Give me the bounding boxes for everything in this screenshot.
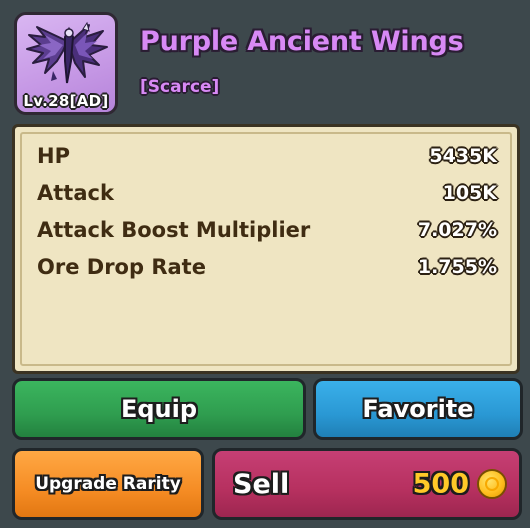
item-icon-frame: Lv.28[AD] — [14, 12, 118, 115]
stat-label: HP — [37, 144, 70, 168]
stat-label: Attack Boost Multiplier — [37, 218, 311, 242]
sell-button[interactable]: Sell 500 — [212, 448, 522, 520]
stat-value: 105K — [442, 182, 497, 204]
stat-row-attack-boost: Attack Boost Multiplier 7.027% — [37, 213, 497, 247]
item-level-tag: Lv.28[AD] — [23, 92, 109, 110]
stat-value: 7.027% — [417, 219, 497, 241]
favorite-button-label: Favorite — [362, 395, 474, 423]
equip-button-label: Equip — [120, 395, 198, 423]
sell-price: 500 — [412, 468, 469, 500]
item-detail-panel: Lv.28[AD] Purple Ancient Wings [Scarce] … — [0, 0, 530, 528]
stat-row-ore-drop: Ore Drop Rate 1.755% — [37, 250, 497, 284]
gold-coin-icon — [477, 469, 507, 499]
item-title: Purple Ancient Wings — [140, 26, 464, 57]
stat-label: Ore Drop Rate — [37, 255, 206, 279]
stat-row-hp: HP 5435K — [37, 139, 497, 173]
stats-box: HP 5435K Attack 105K Attack Boost Multip… — [12, 124, 520, 374]
purple-wings-icon — [26, 21, 108, 84]
item-rarity: [Scarce] — [140, 77, 220, 97]
sell-button-label: Sell — [233, 468, 290, 500]
stat-row-attack: Attack 105K — [37, 176, 497, 210]
stat-value: 5435K — [429, 145, 497, 167]
favorite-button[interactable]: Favorite — [313, 378, 523, 440]
upgrade-rarity-button-label: Upgrade Rarity — [35, 474, 181, 494]
stat-value: 1.755% — [417, 256, 497, 278]
stat-label: Attack — [37, 181, 114, 205]
upgrade-rarity-button[interactable]: Upgrade Rarity — [12, 448, 204, 520]
equip-button[interactable]: Equip — [12, 378, 306, 440]
